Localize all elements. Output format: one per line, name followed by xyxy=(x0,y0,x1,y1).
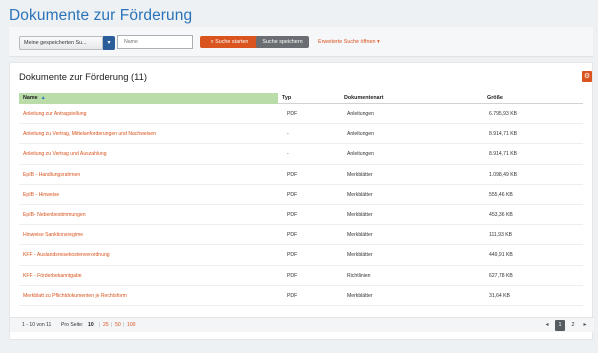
table-row[interactable]: KFF - Auslandsreisekostenverordnung PDF Me… xyxy=(19,245,583,266)
document-size: 6.795,93 KB xyxy=(489,111,518,117)
document-category: Merkblätter xyxy=(347,232,373,239)
document-name-link[interactable]: EpIB- Nebenbestimmungen xyxy=(23,205,86,225)
document-size: 1.098,49 KB xyxy=(489,171,518,178)
search-start-label: Suche starten xyxy=(215,39,249,45)
column-header-typ[interactable]: Typ xyxy=(282,93,291,104)
document-name-link[interactable]: Merkblatt zu Pflichtdokumenten je Rechts… xyxy=(23,286,127,306)
document-size: 453,36 KB xyxy=(489,211,513,218)
document-type: PDF xyxy=(287,171,298,178)
document-name-link[interactable]: EpIB - Handlungsrahmen xyxy=(23,165,80,185)
search-icon: ⌕ xyxy=(210,39,214,45)
table-row[interactable]: Merkblatt zu Pflichtdokumenten je Rechts… xyxy=(19,286,583,306)
table-header: Name ▲ Typ Dokumentenart Größe xyxy=(19,93,583,104)
advanced-search-link[interactable]: Erweiterte Suche öffnen ▾ xyxy=(318,36,380,48)
column-header-dokumentenart[interactable]: Dokumentenart xyxy=(344,93,384,104)
document-size: 8.914,71 KB xyxy=(489,151,518,158)
sort-ascending-icon: ▲ xyxy=(40,95,46,101)
document-name-link[interactable]: EpIB - Hinweise xyxy=(23,185,59,205)
document-type: PDF xyxy=(287,111,298,117)
table-row[interactable]: EpIB - Handlungsrahmen PDF Merkblätter 1.09… xyxy=(19,165,583,185)
table-row[interactable]: Anleitung zur Antragstellung PDF Anleitung… xyxy=(19,104,583,125)
per-page-25[interactable]: 25 xyxy=(103,318,109,333)
document-category: Anleitungen xyxy=(347,131,374,138)
chevron-right-icon[interactable]: ▸ xyxy=(580,320,590,331)
document-name-link[interactable]: Anleitung zu Vertrag, Mittelanforderunge… xyxy=(23,124,156,144)
document-category: Merkblätter xyxy=(347,171,373,178)
document-size: 449,91 KB xyxy=(489,252,513,259)
document-name-link[interactable]: Anleitung zu Vertrag und Auszahlung xyxy=(23,144,107,164)
saved-searches-select[interactable]: Meine gespeicherten Su... xyxy=(19,36,103,50)
document-category: Merkblätter xyxy=(347,252,373,259)
document-type: PDF xyxy=(287,191,298,198)
document-name-link[interactable]: KFF - Förderbekanntgabe xyxy=(23,266,82,286)
per-page-separator: | xyxy=(99,322,101,328)
advanced-search-label: Erweiterte Suche öffnen xyxy=(318,39,376,45)
document-size: 555,46 KB xyxy=(489,191,513,198)
document-size: 111,93 KB xyxy=(489,232,513,239)
column-header-name-label: Name xyxy=(23,95,38,101)
table-row[interactable]: Anleitung zu Vertrag, Mittelanforderunge… xyxy=(19,124,583,145)
per-page-100[interactable]: 100 xyxy=(127,318,136,333)
document-category: Richtlinien xyxy=(347,272,371,279)
panel-title: Dokumente zur Förderung (11) xyxy=(19,71,148,82)
pagination-info: 1 - 10 von 11 xyxy=(22,322,52,328)
table-row[interactable]: Hinweise Sanktionsregime PDF Merkblätter 11… xyxy=(19,225,583,246)
per-page-50[interactable]: 50 xyxy=(115,318,121,333)
chevron-down-icon[interactable]: ▾ xyxy=(103,36,115,50)
document-type: PDF xyxy=(287,252,298,259)
document-category: Merkblätter xyxy=(347,191,373,198)
document-type: PDF xyxy=(287,272,298,279)
save-search-button[interactable]: Suche speichern xyxy=(256,36,309,48)
document-type: - xyxy=(287,131,289,138)
document-category: Anleitungen xyxy=(347,111,374,117)
document-name-link[interactable]: KFF - Auslandsreisekostenverordnung xyxy=(23,245,110,265)
table-footer: 1 - 10 von 11 Pro Seite: 10 | 25 | 50 | … xyxy=(10,317,594,332)
per-page-separator: | xyxy=(111,322,113,328)
document-name-link[interactable]: Anleitung zur Antragstellung xyxy=(23,104,86,124)
name-search-input[interactable] xyxy=(117,35,193,49)
document-size: 627,78 KB xyxy=(489,272,513,279)
per-page-label: Pro Seite: xyxy=(61,322,84,328)
search-bar: Meine gespeicherten Su... ▾ ⌕ Suche star… xyxy=(9,27,593,57)
document-type: PDF xyxy=(287,292,298,299)
page-1-button[interactable]: 1 xyxy=(555,320,565,331)
table-row[interactable]: EpIB- Nebenbestimmungen PDF Merkblätter 453… xyxy=(19,205,583,226)
documents-panel: Dokumente zur Förderung (11) ⚙ Name ▲ Typ… xyxy=(9,62,594,340)
chevron-down-icon: ▾ xyxy=(376,39,380,45)
document-name-link[interactable]: Hinweise Sanktionsregime xyxy=(23,225,83,245)
search-start-button[interactable]: ⌕ Suche starten xyxy=(200,36,259,48)
per-page-10[interactable]: 10 xyxy=(88,318,94,333)
document-size: 8.914,71 KB xyxy=(489,131,518,138)
per-page-separator: | xyxy=(123,322,125,328)
document-type: - xyxy=(287,151,289,158)
table-body: Anleitung zur Antragstellung PDF Anleitung… xyxy=(19,104,583,306)
page-title: Dokumente zur Förderung xyxy=(9,7,193,24)
table-row[interactable]: KFF - Förderbekanntgabe PDF Richtlinien 627… xyxy=(19,266,583,286)
table-row[interactable]: EpIB - Hinweise PDF Merkblätter 555,46 KB xyxy=(19,185,583,205)
document-size: 31,64 KB xyxy=(489,292,510,299)
document-type: PDF xyxy=(287,232,298,239)
page-2-button[interactable]: 2 xyxy=(568,320,578,331)
chevron-left-icon[interactable]: ◂ xyxy=(542,320,552,331)
document-category: Merkblätter xyxy=(347,292,373,299)
column-header-name[interactable]: Name ▲ xyxy=(19,93,278,104)
gear-icon[interactable]: ⚙ xyxy=(582,71,592,82)
document-category: Merkblätter xyxy=(347,211,373,218)
document-type: PDF xyxy=(287,211,298,218)
column-header-groesse[interactable]: Größe xyxy=(487,93,503,104)
document-category: Anleitungen xyxy=(347,151,374,158)
table-row[interactable]: Anleitung zu Vertrag und Auszahlung - Anle… xyxy=(19,144,583,165)
documents-table: Name ▲ Typ Dokumentenart Größe Anleitung … xyxy=(19,93,583,306)
